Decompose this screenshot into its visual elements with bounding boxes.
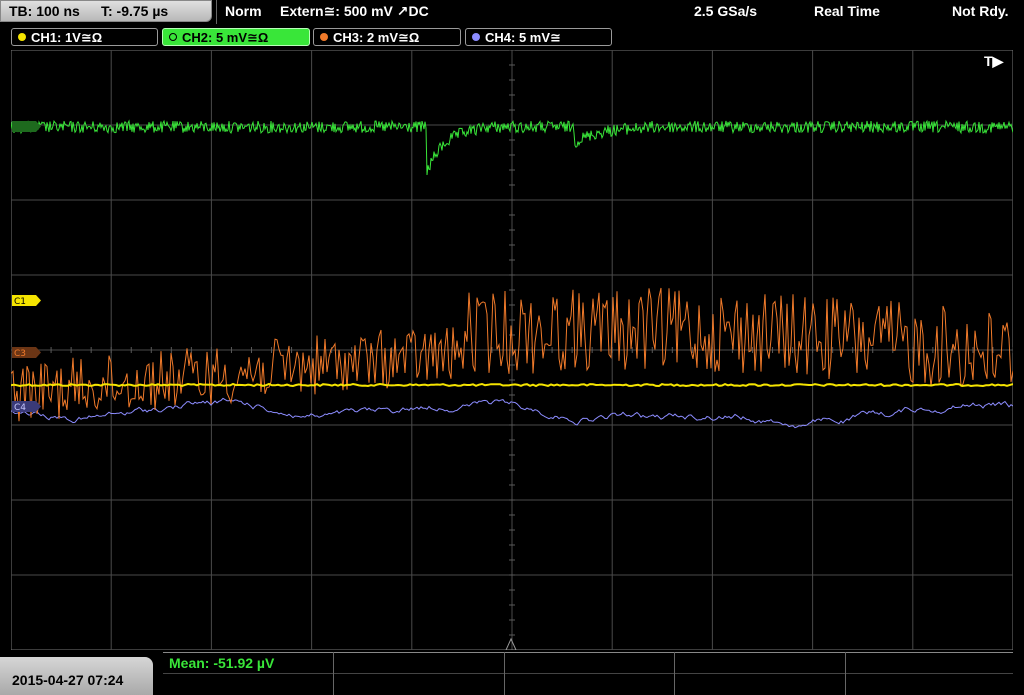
channel-2-label: CH2: 5 mV≅Ω	[182, 30, 269, 45]
divider	[216, 0, 217, 24]
channel-4-marker-label: C4	[14, 403, 26, 413]
timebase-label: TB: 100 ns	[9, 3, 80, 19]
channel-3-dot-icon	[320, 33, 328, 41]
channel-2-button[interactable]: CH2: 5 mV≅Ω	[162, 28, 310, 46]
datetime-label: 2015-04-27 07:24	[12, 672, 124, 688]
channel-1-dot-icon	[18, 33, 26, 41]
channel-1-marker-label: C1	[14, 297, 26, 307]
channel-4-dot-icon	[472, 33, 480, 41]
status-bar: TB: 100 ns T: -9.75 µs Norm Extern≅: 500…	[0, 0, 1024, 24]
mean-measurement: Mean: -51.92 µV	[169, 655, 275, 671]
waveform-display[interactable]: C1 C3 C4 T▶	[11, 50, 1013, 650]
channel-2-dot-icon	[169, 33, 177, 41]
measurement-panel[interactable]: Mean: -51.92 µV	[163, 652, 1013, 695]
measurement-cell-divider	[674, 652, 675, 695]
channel-4-label: CH4: 5 mV≅	[485, 30, 561, 45]
channel-1-level-marker[interactable]: C1	[12, 295, 41, 307]
channel-1-button[interactable]: CH1: 1V≅Ω	[11, 28, 158, 46]
channel-3-button[interactable]: CH3: 2 mV≅Ω	[313, 28, 461, 46]
channel-3-label: CH3: 2 mV≅Ω	[333, 30, 420, 45]
channel-3-marker-label: C3	[14, 349, 26, 359]
channel-3-level-marker[interactable]: C3	[12, 347, 41, 359]
channel-1-label: CH1: 1V≅Ω	[31, 30, 103, 45]
trigger-position-flag: T▶	[984, 53, 1005, 69]
channel-2-level-marker[interactable]	[12, 121, 41, 132]
measurement-top-line	[163, 652, 1013, 653]
trigger-status: Not Rdy.	[952, 3, 1009, 19]
acquisition-mode[interactable]: Norm	[225, 3, 262, 19]
realtime-mode: Real Time	[814, 3, 880, 19]
channel-4-level-marker[interactable]: C4	[12, 401, 41, 413]
datetime-panel: 2015-04-27 07:24	[0, 657, 153, 695]
measurement-cell-divider	[845, 652, 846, 695]
measurement-mid-line	[163, 673, 1013, 674]
measurement-cell-divider	[333, 652, 334, 695]
channel-4-button[interactable]: CH4: 5 mV≅	[465, 28, 612, 46]
measurement-cell-divider	[504, 652, 505, 695]
timebase-panel[interactable]: TB: 100 ns T: -9.75 µs	[0, 0, 212, 22]
sample-rate: 2.5 GSa/s	[694, 3, 758, 19]
trigger-time-label: T: -9.75 µs	[101, 3, 169, 19]
trigger-source[interactable]: Extern≅: 500 mV ↗DC	[280, 3, 429, 20]
